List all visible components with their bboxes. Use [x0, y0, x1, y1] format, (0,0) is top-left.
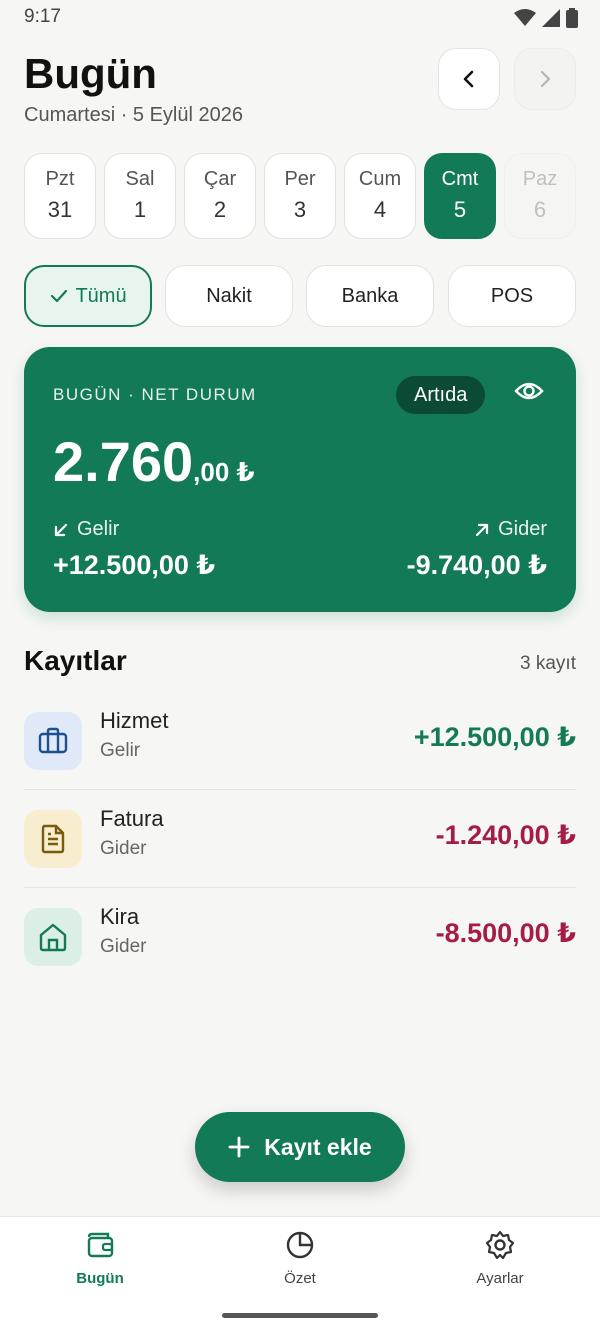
check-icon — [49, 286, 69, 306]
income-label: Gelir — [53, 518, 119, 541]
day-name: Cmt — [441, 168, 479, 190]
day-name: Cum — [358, 168, 402, 190]
records-title: Kayıtlar — [24, 645, 127, 676]
day-number: 6 — [533, 197, 547, 222]
expense-value: -9.740,00 ₺ — [406, 550, 547, 580]
record-name: Kira — [100, 904, 140, 929]
filter-chip-label: Nakit — [206, 284, 252, 307]
day-item[interactable]: Pzt 31 — [24, 153, 96, 239]
gear-icon — [485, 1230, 515, 1260]
add-record-label: Kayıt ekle — [264, 1133, 372, 1160]
day-number: 4 — [373, 197, 387, 222]
expense-label-text: Gider — [498, 518, 547, 540]
record-amount: -8.500,00 ₺ — [435, 918, 576, 948]
wallet-icon — [87, 1232, 114, 1258]
filter-chip-label: POS — [490, 284, 534, 307]
day-item[interactable]: Per 3 — [264, 153, 336, 239]
filter-chip-cash[interactable]: Nakit — [165, 265, 293, 327]
filter-chip-pos[interactable]: POS — [448, 265, 576, 327]
status-badge: Artıda — [396, 376, 486, 414]
day-item-selected[interactable]: Cmt 5 — [424, 153, 496, 239]
tab-label: Bugün — [76, 1270, 124, 1287]
chevron-left-icon — [463, 70, 474, 88]
tab-settings[interactable]: Ayarlar — [440, 1229, 560, 1287]
page-subtitle: Cumartesi · 5 Eylül 2026 — [24, 104, 243, 126]
wifi-icon — [514, 9, 536, 26]
net-summary-card: BUGÜN · NET DURUM Artıda 2.760,00 ₺ Geli… — [24, 347, 576, 612]
list-item[interactable]: Hizmet Gelir +12.500,00 ₺ — [24, 692, 576, 790]
record-name: Fatura — [100, 806, 164, 831]
filter-chip-all[interactable]: Tümü — [24, 265, 152, 327]
tab-summary[interactable]: Özet — [240, 1229, 360, 1287]
plus-icon — [228, 1136, 250, 1158]
net-amount-decimal: ,00 ₺ — [193, 457, 255, 487]
day-name: Per — [284, 168, 316, 190]
home-indicator — [222, 1313, 378, 1318]
day-number: 3 — [293, 197, 307, 222]
signal-icon — [542, 9, 560, 27]
day-name: Sal — [125, 168, 155, 190]
arrow-down-left-icon — [54, 523, 68, 536]
day-item[interactable]: Sal 1 — [104, 153, 176, 239]
day-selector: Pzt 31 Sal 1 Çar 2 Per 3 Cum 4 Cmt 5 Paz… — [24, 153, 576, 241]
day-number: 31 — [47, 197, 73, 222]
home-icon — [24, 908, 82, 966]
tab-label: Özet — [284, 1270, 316, 1287]
list-item[interactable]: Fatura Gider -1.240,00 ₺ — [24, 790, 576, 888]
arrow-up-right-icon — [475, 523, 489, 536]
add-record-button[interactable]: Kayıt ekle — [195, 1112, 405, 1182]
pie-chart-icon — [286, 1231, 314, 1259]
tab-label: Ayarlar — [476, 1270, 524, 1287]
status-icons — [514, 8, 578, 28]
next-day-button[interactable] — [514, 48, 576, 110]
day-number: 1 — [133, 197, 147, 222]
income-label-text: Gelir — [77, 518, 120, 540]
day-name: Pzt — [45, 168, 75, 190]
income-value: +12.500,00 ₺ — [53, 550, 216, 580]
day-name: Paz — [522, 168, 558, 190]
status-time: 9:17 — [24, 6, 61, 27]
summary-label: BUGÜN · NET DURUM — [53, 385, 257, 404]
previous-day-button[interactable] — [438, 48, 500, 110]
bottom-nav: Bugün Özet Ayarlar — [0, 1216, 600, 1333]
briefcase-icon — [24, 712, 82, 770]
chevron-right-icon — [540, 70, 551, 88]
record-name: Hizmet — [100, 708, 169, 733]
net-amount: 2.760,00 ₺ — [53, 429, 255, 494]
page-title: Bugün — [24, 50, 157, 97]
filter-chip-label: Banka — [341, 284, 399, 307]
filter-chips: Tümü Nakit Banka POS — [24, 265, 576, 329]
tab-today[interactable]: Bugün — [40, 1229, 160, 1287]
filter-chip-label: Tümü — [75, 284, 127, 307]
expense-label: Gider — [474, 518, 547, 541]
day-name: Çar — [203, 168, 237, 190]
net-amount-main: 2.760 — [53, 430, 194, 493]
status-bar: 9:17 — [0, 0, 600, 34]
record-type: Gider — [100, 838, 147, 859]
filter-chip-bank[interactable]: Banka — [306, 265, 434, 327]
records-count: 3 kayıt — [520, 653, 576, 674]
record-type: Gelir — [100, 740, 141, 761]
battery-icon — [566, 8, 578, 28]
eye-icon[interactable] — [514, 379, 544, 408]
day-number: 2 — [213, 197, 227, 222]
record-amount: -1.240,00 ₺ — [435, 820, 576, 850]
document-icon — [24, 810, 82, 868]
list-item[interactable]: Kira Gider -8.500,00 ₺ — [24, 888, 576, 986]
record-amount: +12.500,00 ₺ — [413, 722, 576, 752]
day-number: 5 — [453, 197, 467, 222]
day-item[interactable]: Cum 4 — [344, 153, 416, 239]
record-type: Gider — [100, 936, 147, 957]
day-item[interactable]: Çar 2 — [184, 153, 256, 239]
day-item-disabled: Paz 6 — [504, 153, 576, 239]
